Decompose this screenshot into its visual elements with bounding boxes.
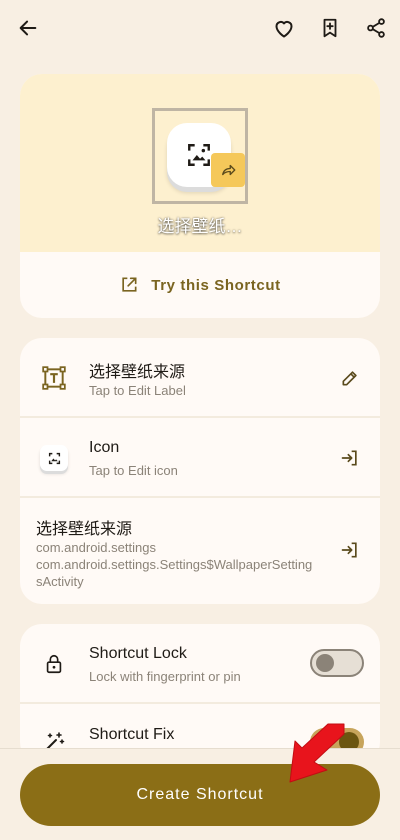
heart-icon[interactable] (270, 14, 298, 42)
create-shortcut-button[interactable]: Create Shortcut (20, 764, 380, 826)
shortcut-lock-row[interactable]: Shortcut Lock Lock with fingerprint or p… (20, 624, 380, 704)
activity-class-line2: sActivity (36, 574, 84, 589)
bookmark-add-icon[interactable] (316, 14, 344, 42)
activity-row[interactable]: 选择壁纸来源 com.android.settings com.android.… (20, 498, 380, 604)
shortcut-badge-icon (211, 153, 245, 187)
open-external-icon (122, 277, 137, 292)
arrow-left-icon[interactable] (14, 14, 42, 42)
text-label-icon (40, 364, 68, 392)
shortcut-lock-title: Shortcut Lock (89, 645, 187, 662)
icon-preview-frame[interactable] (152, 108, 248, 204)
icon-row[interactable]: Icon Tap to Edit icon (20, 418, 380, 498)
preview-header: 选择壁纸… (20, 74, 380, 252)
activity-package: com.android.settings (36, 540, 156, 555)
label-row[interactable]: 选择壁纸来源 Tap to Edit Label (20, 338, 380, 418)
icon-title: Icon (89, 439, 120, 456)
login-arrow-icon[interactable] (338, 538, 362, 562)
share-icon[interactable] (362, 14, 390, 42)
create-shortcut-label: Create Shortcut (136, 786, 264, 803)
label-subtitle: Tap to Edit Label (89, 383, 186, 398)
shortcut-settings-card: Shortcut Lock Lock with fingerprint or p… (20, 624, 380, 764)
shortcut-lock-subtitle: Lock with fingerprint or pin (89, 669, 241, 684)
label-title: 选择壁纸来源 (89, 364, 186, 381)
try-shortcut-button[interactable]: Try this Shortcut (20, 252, 380, 318)
shortcut-name: 选择壁纸… (157, 217, 243, 236)
shortcut-fix-title: Shortcut Fix (89, 726, 175, 743)
activity-title: 选择壁纸来源 (36, 521, 133, 538)
icon-subtitle: Tap to Edit icon (89, 463, 178, 478)
wallpaper-thumb-icon (38, 442, 70, 474)
shortcut-info-card: 选择壁纸来源 Tap to Edit Label Icon Tap to Edi… (20, 338, 380, 604)
shortcut-preview-card: 选择壁纸… Try this Shortcut (20, 74, 380, 318)
shortcut-lock-toggle[interactable] (310, 649, 364, 677)
top-app-bar (0, 0, 400, 56)
edit-pencil-icon[interactable] (338, 366, 362, 390)
try-shortcut-label: Try this Shortcut (151, 276, 281, 294)
login-arrow-icon[interactable] (338, 446, 362, 470)
lock-icon (40, 650, 68, 678)
activity-class-line1: com.android.settings.Settings$WallpaperS… (36, 557, 313, 572)
